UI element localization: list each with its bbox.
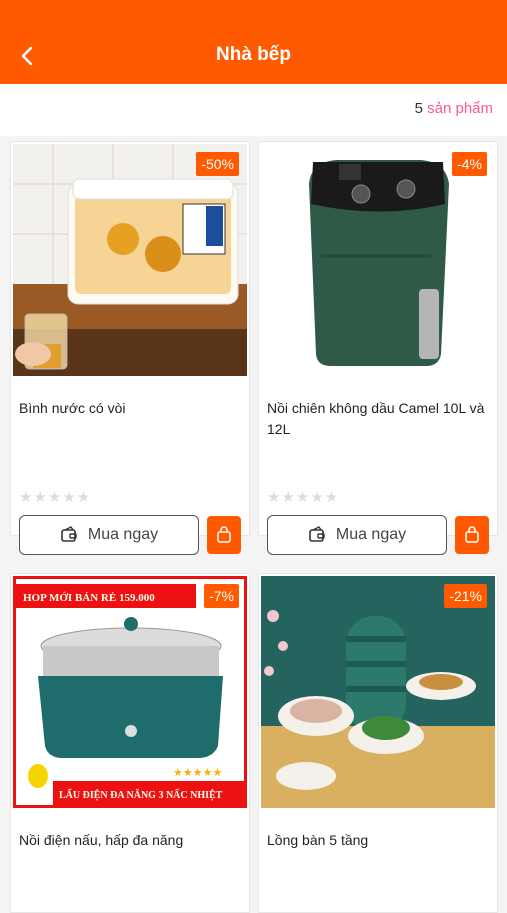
shopping-bag-icon xyxy=(465,526,479,543)
wallet-icon xyxy=(309,526,325,542)
product-count-unit: sản phẩm xyxy=(427,100,493,117)
svg-text:★★★★★: ★★★★★ xyxy=(173,767,222,779)
product-card[interactable]: -21% Lồng bàn 5 tầng xyxy=(258,573,498,913)
buy-now-label: Mua ngay xyxy=(335,526,407,543)
product-name[interactable]: Bình nước có vòi xyxy=(19,398,245,419)
product-count-number: 5 xyxy=(414,100,423,117)
add-to-cart-button[interactable] xyxy=(207,516,241,554)
page-title: Nhà bếp xyxy=(216,44,291,65)
product-name[interactable]: Nồi điện nấu, hấp đa năng xyxy=(19,830,245,851)
product-card[interactable]: -4% Nồi chiên không dầu Camel 10L và 12L… xyxy=(258,141,498,555)
buy-now-button[interactable]: Mua ngay xyxy=(19,515,199,555)
image-footer-text: LẨU ĐIỆN ĐA NĂNG 3 NẤC NHIỆT xyxy=(59,788,223,801)
discount-badge: -4% xyxy=(452,152,487,176)
product-card[interactable]: HOP MỚI BÁN RẺ 159.000 LẨU ĐIỆN ĐA NĂNG … xyxy=(10,573,250,913)
product-image[interactable]: -50% xyxy=(13,144,247,376)
shopping-bag-icon xyxy=(217,526,231,543)
discount-badge: -21% xyxy=(444,584,487,608)
app-header: Nhà bếp xyxy=(0,0,507,84)
discount-badge: -7% xyxy=(204,584,239,608)
product-name[interactable]: Lồng bàn 5 tầng xyxy=(267,830,493,851)
product-image[interactable]: HOP MỚI BÁN RẺ 159.000 LẨU ĐIỆN ĐA NĂNG … xyxy=(13,576,247,808)
product-image[interactable]: -4% xyxy=(261,144,495,376)
product-image[interactable]: -21% xyxy=(261,576,495,808)
buy-now-label: Mua ngay xyxy=(87,526,159,543)
add-to-cart-button[interactable] xyxy=(455,516,489,554)
image-banner-text: HOP MỚI BÁN RẺ 159.000 xyxy=(23,592,155,604)
buy-now-button[interactable]: Mua ngay xyxy=(267,515,447,555)
rating-stars: ★★★★★ xyxy=(19,489,92,506)
rating-stars: ★★★★★ xyxy=(267,489,340,506)
product-name[interactable]: Nồi chiên không dầu Camel 10L và 12L xyxy=(267,398,493,440)
wallet-icon xyxy=(61,526,77,542)
product-card[interactable]: -50% Bình nước có vòi ★★★★★ Mua ngay xyxy=(10,141,250,555)
product-count-bar: 5 sản phẩm xyxy=(0,84,507,136)
product-count: 5 sản phẩm xyxy=(415,100,493,117)
discount-badge: -50% xyxy=(196,152,239,176)
